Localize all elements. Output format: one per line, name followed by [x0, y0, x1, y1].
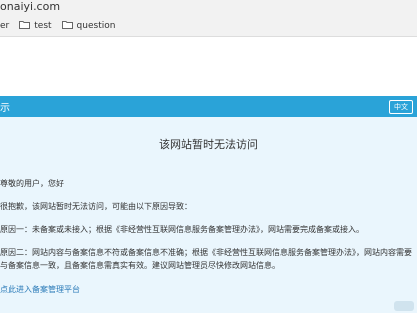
- notice-title: 示: [0, 103, 10, 114]
- page-blank-area: [0, 37, 417, 96]
- bookmark-question-label: question: [76, 21, 116, 31]
- notice-body: 该网站暂时无法访问 尊敬的用户，您好 很抱歉，该网站暂时无法访问，可能由以下原因…: [0, 117, 417, 313]
- address-bar-url[interactable]: onaiyi.com: [0, 0, 60, 13]
- bookmark-question[interactable]: question: [61, 20, 116, 32]
- greeting-text: 尊敬的用户，您好: [0, 179, 64, 188]
- watermark-badge: [394, 301, 414, 311]
- language-button[interactable]: 中文: [389, 100, 413, 114]
- bookmarks-bar: er test question: [0, 18, 125, 34]
- bookmark-er[interactable]: er: [0, 21, 9, 31]
- reason-two-text-line1: 原因二：网站内容与备案信息不符或备案信息不准确；根据《非经营性互联网信息服务备案…: [0, 248, 412, 257]
- filing-platform-link[interactable]: 点此进入备案管理平台: [0, 284, 80, 295]
- folder-icon: [61, 20, 73, 32]
- folder-icon: [19, 20, 31, 32]
- reason-one-text: 原因一：未备案或未接入；根据《非经营性互联网信息服务备案管理办法》，网站需要完成…: [0, 225, 364, 234]
- intro-text: 很抱歉，该网站暂时无法访问，可能由以下原因导致：: [0, 202, 192, 211]
- bookmark-test-label: test: [34, 21, 52, 31]
- browser-toolbar: onaiyi.com er test question: [0, 0, 417, 37]
- bookmark-er-label: er: [0, 21, 10, 31]
- reason-two-text-line2: 与备案信息一致，且备案信息需真实有效。建议网站管理员尽快修改网站信息。: [0, 261, 280, 270]
- bookmark-test[interactable]: test: [19, 20, 52, 32]
- notice-header: 示 中文: [0, 96, 417, 117]
- notice-headline: 该网站暂时无法访问: [159, 138, 258, 151]
